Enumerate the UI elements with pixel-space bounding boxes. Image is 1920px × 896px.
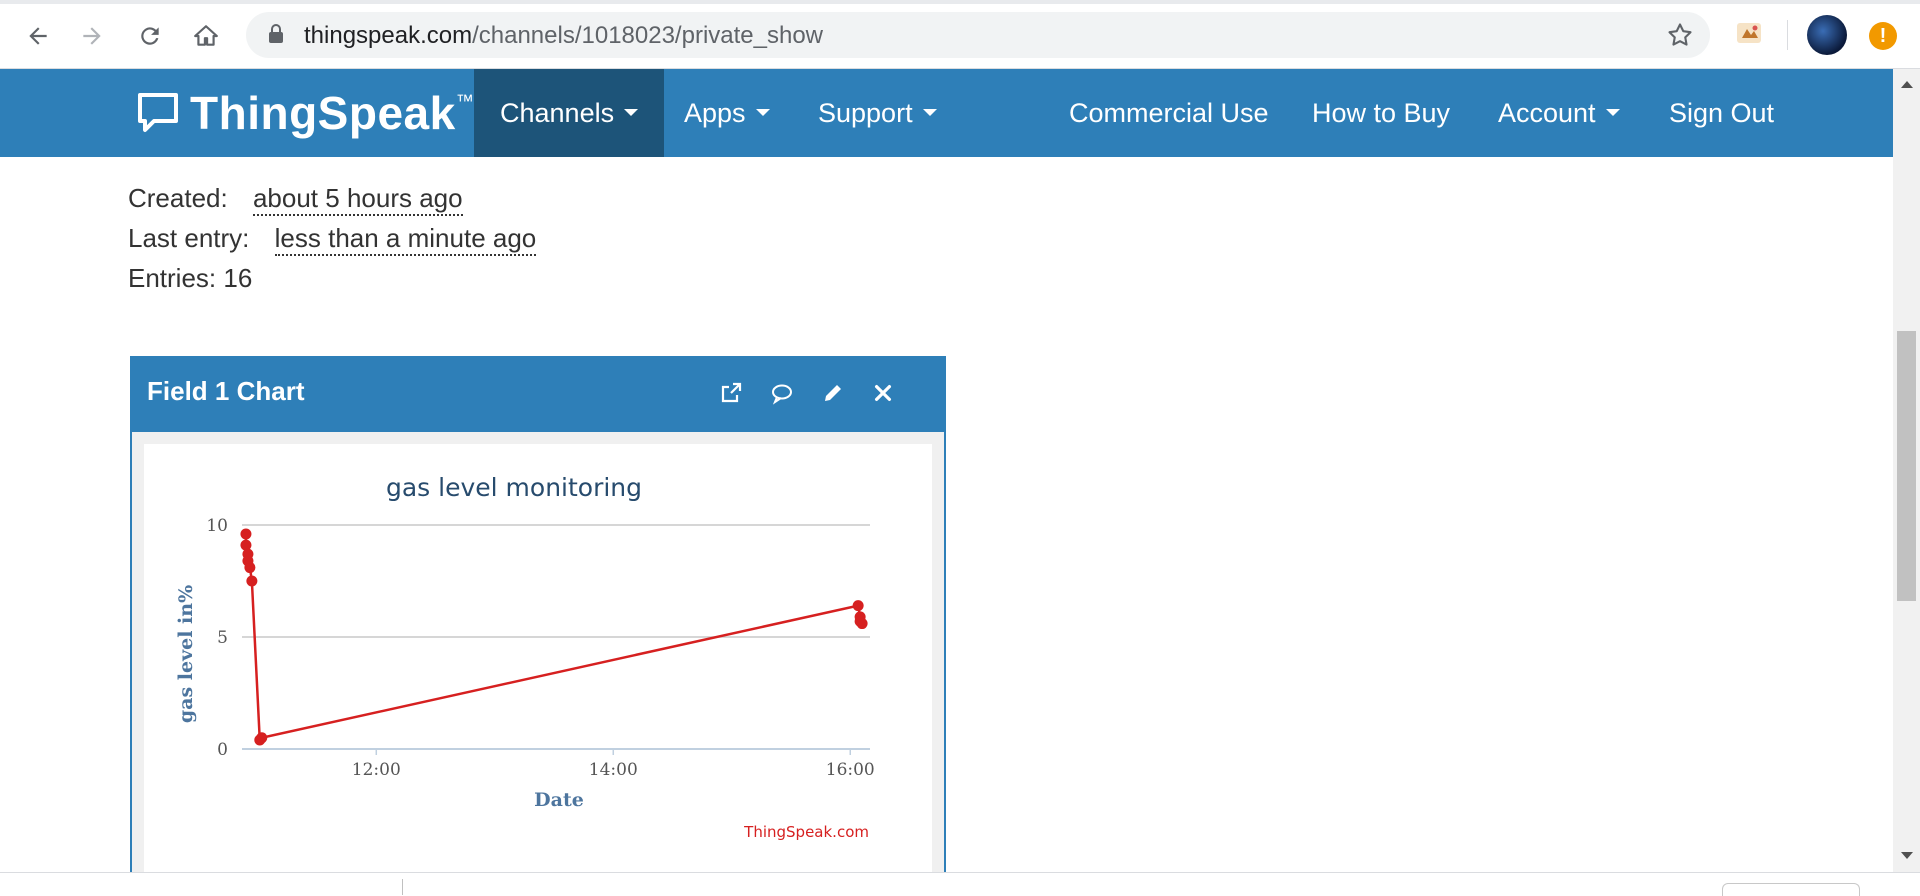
last-entry-value: less than a minute ago: [274, 223, 537, 256]
lock-icon[interactable]: [268, 24, 284, 49]
toolbar-separator: [1787, 20, 1788, 50]
shelf-button[interactable]: [1722, 883, 1860, 896]
nav-sign-out[interactable]: Sign Out: [1643, 69, 1800, 157]
x-tick-label: 16:00: [826, 760, 875, 780]
created-value: about 5 hours ago: [252, 183, 463, 216]
url-text[interactable]: thingspeak.com/channels/1018023/private_…: [304, 22, 823, 50]
widget-title: Field 1 Chart: [147, 376, 305, 406]
scroll-thumb[interactable]: [1897, 331, 1916, 601]
widget-header: Field 1 Chart: [132, 358, 944, 432]
x-axis-label: Date: [534, 789, 584, 811]
x-tick-label: 14:00: [589, 760, 638, 780]
chevron-down-icon: [922, 109, 937, 117]
bookmark-star-icon[interactable]: [1666, 21, 1694, 54]
channel-entries: Entries: 16: [128, 263, 253, 293]
profile-avatar[interactable]: [1807, 15, 1847, 55]
y-tick-label: 0: [217, 740, 228, 760]
trademark-symbol: ™: [455, 90, 474, 111]
created-label: Created:: [128, 183, 228, 213]
comment-icon[interactable]: [767, 378, 797, 408]
channel-created: Created: about 5 hours ago: [128, 183, 463, 216]
chevron-down-icon: [755, 109, 770, 117]
scroll-up-arrow-icon[interactable]: [1901, 81, 1913, 88]
external-link-icon[interactable]: [716, 378, 746, 408]
nav-channels[interactable]: Channels: [474, 69, 665, 157]
nav-how-to-buy[interactable]: How to Buy: [1286, 69, 1476, 157]
data-point: [852, 600, 864, 612]
data-point: [244, 562, 256, 574]
close-icon[interactable]: [868, 378, 898, 408]
logo-text: ThingSpeak: [190, 87, 456, 139]
update-alert-icon[interactable]: !: [1869, 22, 1897, 50]
reload-icon[interactable]: [134, 20, 166, 52]
field-chart-widget: Field 1 Chart gas level monitoring gas l…: [130, 356, 946, 884]
nav-account[interactable]: Account: [1472, 69, 1646, 157]
channel-last-entry: Last entry: less than a minute ago: [128, 223, 537, 256]
forward-icon[interactable]: [76, 20, 108, 52]
site-navbar: ThingSpeak ™ Channels Apps Support Commer…: [0, 69, 1893, 157]
x-tick-label: 12:00: [352, 760, 401, 780]
last-entry-label: Last entry:: [128, 223, 250, 253]
page-scrollbar[interactable]: [1893, 69, 1920, 872]
speech-bubble-logo-icon: [138, 93, 178, 132]
address-bar[interactable]: thingspeak.com/channels/1018023/private_…: [246, 12, 1710, 58]
chevron-down-icon: [1605, 109, 1620, 117]
data-point: [246, 575, 258, 587]
chart-credit[interactable]: ThingSpeak.com: [743, 823, 869, 841]
download-shelf: [0, 872, 1920, 896]
y-axis-label: gas level in%: [175, 585, 197, 723]
chart-area: gas level monitoring gas level in% Date …: [144, 444, 932, 884]
shelf-divider: [402, 879, 403, 895]
data-point: [256, 732, 268, 744]
nav-support[interactable]: Support: [792, 69, 963, 157]
nav-commercial-use[interactable]: Commercial Use: [1043, 69, 1295, 157]
data-point: [856, 618, 868, 630]
extension-icon[interactable]: [1734, 18, 1766, 50]
chevron-down-icon: [624, 109, 639, 117]
tab-strip-edge: [0, 0, 1920, 4]
y-tick-label: 5: [217, 628, 228, 648]
data-point: [240, 528, 252, 540]
nav-apps[interactable]: Apps: [658, 69, 796, 157]
scroll-down-arrow-icon[interactable]: [1901, 852, 1913, 859]
browser-toolbar: thingspeak.com/channels/1018023/private_…: [0, 0, 1920, 69]
back-icon[interactable]: [22, 20, 54, 52]
y-tick-label: 10: [206, 516, 228, 536]
line-chart: gas level monitoring gas level in% Date …: [175, 473, 875, 841]
home-icon[interactable]: [190, 20, 222, 52]
thingspeak-logo[interactable]: ThingSpeak ™: [136, 85, 474, 141]
pencil-icon[interactable]: [818, 378, 848, 408]
chart-title: gas level monitoring: [386, 473, 642, 502]
